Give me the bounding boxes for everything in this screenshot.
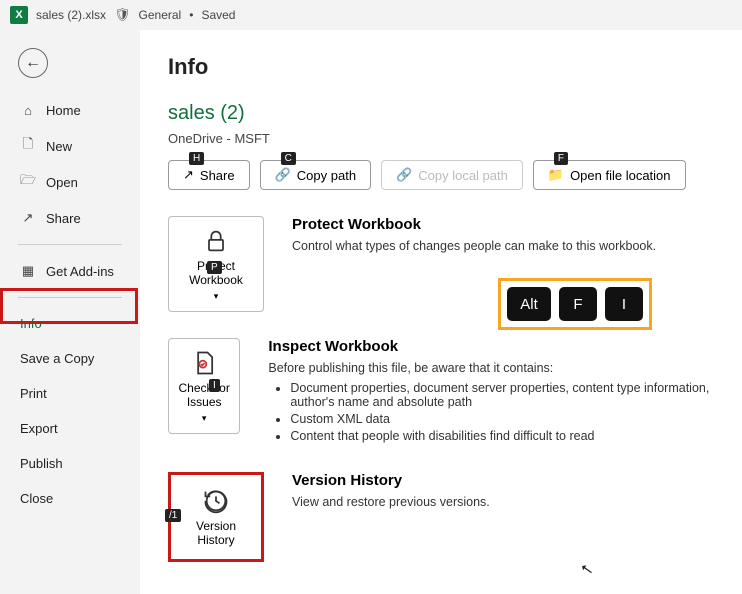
keytip: C	[281, 152, 296, 165]
version-section: /1 Version History Version History View …	[168, 472, 714, 562]
document-name: sales (2)	[168, 102, 714, 125]
dot: •	[189, 8, 193, 22]
sensitivity-label: General	[139, 8, 182, 22]
section-desc: Before publishing this file, be aware th…	[268, 361, 714, 375]
share-icon: ↗	[183, 167, 194, 183]
nav-close[interactable]: Close	[0, 481, 140, 516]
nav-label: Get Add-ins	[46, 264, 114, 279]
nav-label: Share	[46, 211, 81, 226]
open-file-location-button[interactable]: F 📁 Open file location	[533, 160, 686, 190]
folder-icon: 📁	[548, 167, 564, 183]
main: ← ⌂ Home 🗋 New 🗁 Open ↗ Share ▦ Get Add-…	[0, 30, 742, 594]
inspect-body: Inspect Workbook Before publishing this …	[268, 338, 714, 446]
section-heading: Inspect Workbook	[268, 338, 714, 355]
excel-icon: X	[10, 6, 28, 24]
btn-label: Check for Issues	[175, 381, 233, 409]
nav-label: Print	[20, 386, 47, 401]
lock-icon	[202, 227, 230, 255]
nav-label: Open	[46, 175, 78, 190]
list-item: Content that people with disabilities fi…	[290, 429, 714, 443]
sidebar: ← ⌂ Home 🗋 New 🗁 Open ↗ Share ▦ Get Add-…	[0, 30, 140, 594]
nav-open[interactable]: 🗁 Open	[0, 164, 140, 200]
btn-label: Copy local path	[418, 168, 508, 183]
section-desc: Control what types of changes people can…	[292, 239, 656, 253]
link-icon: 🔗	[275, 167, 291, 183]
section-heading: Version History	[292, 472, 490, 489]
highlight-version: /1 Version History	[168, 472, 264, 562]
section-heading: Protect Workbook	[292, 216, 656, 233]
list-item: Document properties, document server pro…	[290, 381, 714, 409]
shield-icon: 🛡	[114, 7, 131, 23]
key-alt: Alt	[507, 287, 551, 321]
keytip: P	[207, 261, 222, 274]
back-button[interactable]: ←	[18, 48, 48, 78]
btn-label: Version History	[177, 519, 255, 547]
nav-label: Home	[46, 103, 81, 118]
nav-export[interactable]: Export	[0, 411, 140, 446]
nav-print[interactable]: Print	[0, 376, 140, 411]
btn-label: Open file location	[570, 168, 670, 183]
version-body: Version History View and restore previou…	[292, 472, 490, 509]
document-check-icon	[190, 349, 218, 377]
file-name: sales (2).xlsx	[36, 8, 106, 22]
nav-info[interactable]: Info	[0, 306, 140, 341]
key-f: F	[559, 287, 597, 321]
link-icon: 🔗	[396, 167, 412, 183]
nav-addins[interactable]: ▦ Get Add-ins	[0, 253, 140, 289]
btn-label: Copy path	[297, 168, 356, 183]
keytip: F	[554, 152, 568, 165]
version-history-button[interactable]: /1 Version History	[171, 475, 261, 559]
addins-icon: ▦	[20, 263, 36, 279]
nav-label: New	[46, 139, 72, 154]
share-button[interactable]: H ↗ Share	[168, 160, 250, 190]
keytip: H	[189, 152, 204, 165]
content: Info sales (2) OneDrive - MSFT H ↗ Share…	[140, 30, 742, 594]
list-item: Custom XML data	[290, 412, 714, 426]
nav-publish[interactable]: Publish	[0, 446, 140, 481]
check-issues-button[interactable]: I Check for Issues ▾	[168, 338, 240, 434]
action-row: H ↗ Share C 🔗 Copy path 🔗 Copy local pat…	[168, 160, 714, 190]
key-i: I	[605, 287, 643, 321]
section-desc: View and restore previous versions.	[292, 495, 490, 509]
new-icon: 🗋	[20, 138, 36, 154]
btn-label: Share	[200, 168, 235, 183]
nav-home[interactable]: ⌂ Home	[0, 92, 140, 128]
keytip: /1	[165, 509, 181, 522]
chevron-down-icon: ▾	[214, 291, 219, 302]
document-location: OneDrive - MSFT	[168, 131, 714, 146]
protect-workbook-button[interactable]: P Protect Workbook ▾	[168, 216, 264, 312]
history-icon	[202, 487, 230, 515]
nav-label: Publish	[20, 456, 63, 471]
nav-label: Export	[20, 421, 58, 436]
nav-share[interactable]: ↗ Share	[0, 200, 140, 236]
cursor-icon: ⭦	[580, 561, 593, 581]
open-icon: 🗁	[20, 174, 36, 190]
nav-separator	[18, 297, 122, 298]
inspect-list: Document properties, document server pro…	[290, 381, 714, 443]
nav-label: Info	[20, 316, 42, 331]
share-icon: ↗	[20, 210, 36, 226]
chevron-down-icon: ▾	[202, 413, 207, 424]
nav-new[interactable]: 🗋 New	[0, 128, 140, 164]
nav-label: Save a Copy	[20, 351, 94, 366]
protect-body: Protect Workbook Control what types of c…	[292, 216, 656, 253]
keytip: I	[209, 379, 220, 392]
copy-local-path-button: 🔗 Copy local path	[381, 160, 523, 190]
nav-savecopy[interactable]: Save a Copy	[0, 341, 140, 376]
inspect-section: I Check for Issues ▾ Inspect Workbook Be…	[168, 338, 714, 446]
save-status: Saved	[201, 8, 235, 22]
copy-path-button[interactable]: C 🔗 Copy path	[260, 160, 371, 190]
titlebar: X sales (2).xlsx 🛡 General • Saved	[0, 0, 742, 30]
nav-separator	[18, 244, 122, 245]
home-icon: ⌂	[20, 102, 36, 118]
keytip-overlay: Alt F I	[498, 278, 652, 330]
page-title: Info	[168, 54, 714, 80]
nav-label: Close	[20, 491, 53, 506]
